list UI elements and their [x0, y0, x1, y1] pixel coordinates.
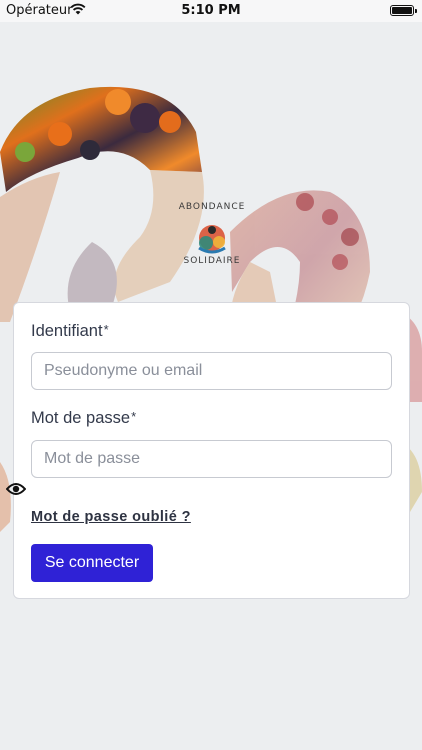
clock: 5:10 PM — [181, 3, 241, 18]
identifier-label-text: Identifiant — [31, 322, 103, 340]
status-bar: Opérateur 5:10 PM — [0, 0, 422, 22]
logo-text-bottom: SOLIDAIRE — [183, 256, 241, 266]
identifier-required-marker: * — [103, 322, 109, 337]
identifier-input[interactable] — [31, 352, 392, 390]
eye-icon[interactable] — [6, 481, 26, 497]
password-label: Mot de passe* — [31, 409, 136, 428]
password-input[interactable] — [31, 440, 392, 478]
abondance-solidaire-logo: ABONDANCE SOLIDAIRE — [168, 188, 256, 278]
forgot-password-link[interactable]: Mot de passe oublié ? — [31, 509, 191, 525]
battery-icon — [390, 5, 417, 16]
identifier-label: Identifiant* — [31, 322, 109, 341]
login-card: Identifiant* Mot de passe* Mot de passe … — [13, 302, 410, 599]
password-label-text: Mot de passe — [31, 409, 131, 427]
password-required-marker: * — [131, 409, 137, 424]
login-button[interactable]: Se connecter — [31, 544, 153, 582]
logo-text-top: ABONDANCE — [178, 202, 246, 212]
